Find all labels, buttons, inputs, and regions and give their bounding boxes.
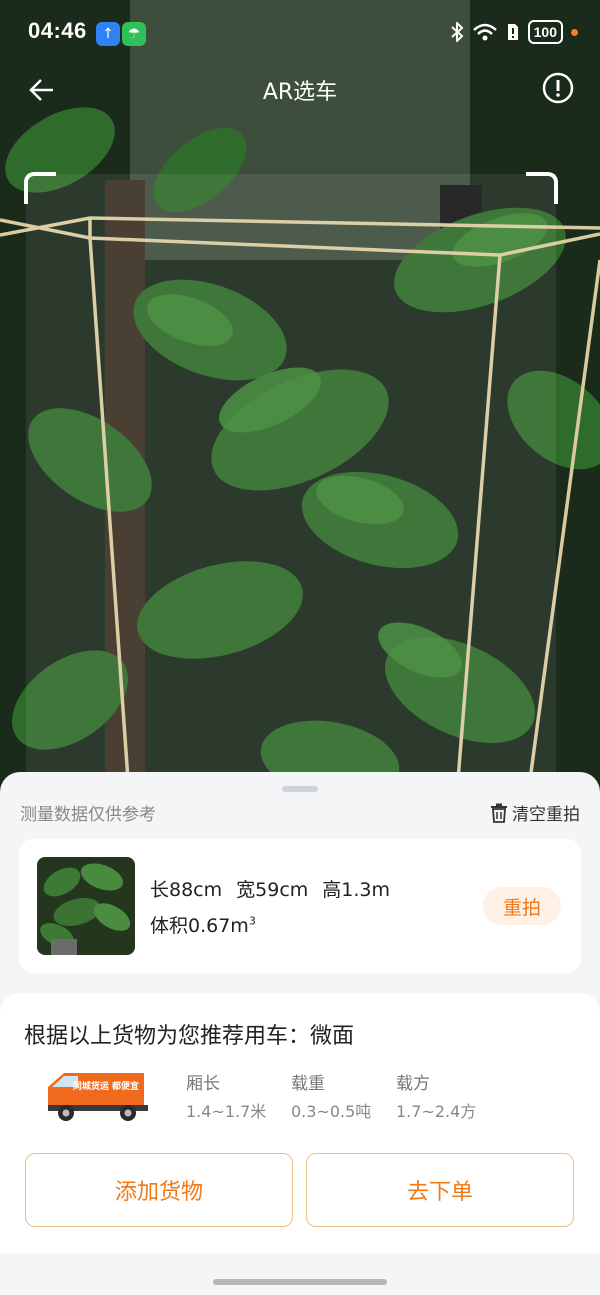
page-title: AR选车 <box>262 80 338 105</box>
ar-scan-frame <box>24 172 558 774</box>
cargo-width: 宽59cm <box>236 879 309 901</box>
retake-button[interactable]: 重拍 <box>483 887 561 925</box>
spec-box-length: 厢长 1.4~1.7米 <box>186 1069 266 1122</box>
clear-retake-button[interactable]: 清空重拍 <box>490 800 580 825</box>
cargo-volume-value: 体积0.67m <box>150 915 249 937</box>
plant-thumbnail-image <box>37 857 135 955</box>
frame-corner-top-right <box>526 172 558 204</box>
cargo-height: 高1.3m <box>322 879 391 901</box>
charging-dot <box>571 28 578 36</box>
spec-label: 载重 <box>291 1074 325 1094</box>
status-bar: 04:46 ↑ ☂ 100 <box>0 0 600 66</box>
drag-handle[interactable] <box>282 786 318 792</box>
recommend-panel: 根据以上货物为您推荐用车：微面 同城货运 都便宜 厢长 1.4~1.7米 载重 … <box>0 993 600 1253</box>
spec-value: 1.7~2.4方 <box>396 1102 477 1121</box>
umbrella-icon: ☂ <box>122 22 146 46</box>
clear-retake-label: 清空重拍 <box>512 805 580 825</box>
cargo-card: 长88cm 宽59cm 高1.3m 体积0.67m3 重拍 <box>19 839 581 973</box>
sim-alert-icon <box>507 24 518 40</box>
cargo-volume-unit-sup: 3 <box>248 914 256 928</box>
info-button[interactable] <box>540 70 576 106</box>
cargo-thumbnail <box>37 857 135 955</box>
trash-icon <box>491 803 507 823</box>
battery-indicator: 100 <box>527 20 563 44</box>
place-order-button[interactable]: 去下单 <box>306 1153 574 1227</box>
bluetooth-icon <box>450 22 464 42</box>
status-time: 04:46 <box>28 18 87 43</box>
recommend-title: 根据以上货物为您推荐用车：微面 <box>24 1024 355 1049</box>
info-icon <box>542 72 574 104</box>
cargo-dimensions: 长88cm 宽59cm 高1.3m <box>150 875 404 902</box>
spec-label: 载方 <box>396 1074 430 1094</box>
spec-label: 厢长 <box>186 1074 220 1094</box>
bottom-sheet: 测量数据仅供参考 清空重拍 长88cm 宽59cm 高1.3m 体积0.67m3… <box>0 772 600 1295</box>
reference-note: 测量数据仅供参考 <box>20 805 156 825</box>
add-cargo-button[interactable]: 添加货物 <box>25 1153 293 1227</box>
cargo-length: 长88cm <box>150 879 223 901</box>
vehicle-slogan: 同城货运 都便宜 <box>73 1080 139 1092</box>
app-notification-icon: ↑ <box>96 22 120 46</box>
spec-value: 0.3~0.5吨 <box>291 1102 372 1121</box>
spec-value: 1.4~1.7米 <box>186 1102 267 1121</box>
header: AR选车 <box>0 62 600 114</box>
wifi-icon <box>472 23 497 41</box>
spec-load: 载重 0.3~0.5吨 <box>291 1069 371 1122</box>
spec-volume: 载方 1.7~2.4方 <box>396 1069 476 1122</box>
frame-corner-top-left <box>24 172 56 204</box>
status-indicators: 100 <box>450 20 578 44</box>
cargo-volume: 体积0.67m3 <box>150 911 256 938</box>
minivan-image: 同城货运 都便宜 <box>48 1073 148 1121</box>
home-indicator[interactable] <box>213 1279 387 1285</box>
